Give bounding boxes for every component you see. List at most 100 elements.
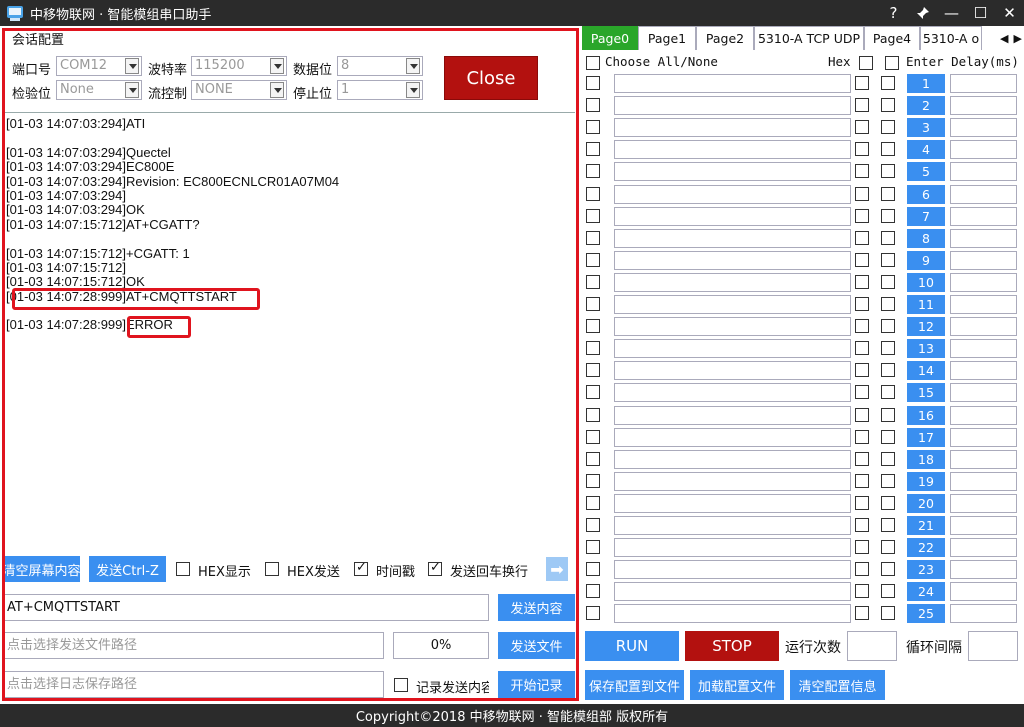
send-row-button[interactable]: 23 xyxy=(907,560,945,580)
command-input[interactable] xyxy=(614,449,851,469)
run-button[interactable]: RUN xyxy=(585,631,679,661)
send-row-button[interactable]: 21 xyxy=(907,516,945,535)
row-select-checkbox[interactable] xyxy=(586,584,600,599)
delay-input[interactable] xyxy=(950,250,1017,270)
row-select-checkbox[interactable] xyxy=(586,274,600,289)
send-ctrl-z-button[interactable]: 发送Ctrl-Z xyxy=(89,556,166,582)
row-select-checkbox[interactable] xyxy=(586,606,600,621)
row-hex-checkbox[interactable] xyxy=(855,451,869,466)
row-hex-checkbox[interactable] xyxy=(855,495,869,510)
loop-interval-input[interactable] xyxy=(968,631,1018,661)
command-input[interactable] xyxy=(614,140,851,160)
row-select-checkbox[interactable] xyxy=(586,164,600,179)
row-select-checkbox[interactable] xyxy=(586,142,600,157)
row-hex-checkbox[interactable] xyxy=(855,208,869,223)
command-input[interactable] xyxy=(614,361,851,381)
row-hex-checkbox[interactable] xyxy=(855,252,869,267)
delay-input[interactable] xyxy=(950,560,1017,580)
help-icon[interactable]: ? xyxy=(879,0,908,26)
row-select-checkbox[interactable] xyxy=(586,186,600,201)
row-hex-checkbox[interactable] xyxy=(855,230,869,245)
row-hex-checkbox[interactable] xyxy=(855,363,869,378)
chevron-right-icon[interactable]: ▶ xyxy=(1014,32,1022,45)
row-select-checkbox[interactable] xyxy=(586,429,600,444)
command-input[interactable] xyxy=(614,427,851,447)
command-input[interactable] xyxy=(614,96,851,116)
row-hex-checkbox[interactable] xyxy=(855,341,869,356)
send-row-button[interactable]: 14 xyxy=(907,361,945,381)
row-select-checkbox[interactable] xyxy=(586,451,600,466)
send-row-button[interactable]: 25 xyxy=(907,604,945,624)
send-row-button[interactable]: 4 xyxy=(907,140,945,160)
row-enter-checkbox[interactable] xyxy=(881,363,895,378)
tab-scroll[interactable]: ◀ ▶ xyxy=(1000,28,1022,48)
row-enter-checkbox[interactable] xyxy=(881,429,895,444)
row-select-checkbox[interactable] xyxy=(586,473,600,488)
delay-input[interactable] xyxy=(950,383,1017,403)
stopbits-select[interactable]: 1 xyxy=(337,80,423,100)
command-input[interactable] xyxy=(614,405,851,425)
row-enter-checkbox[interactable] xyxy=(881,606,895,621)
command-input[interactable] xyxy=(614,272,851,292)
command-input[interactable] xyxy=(614,162,851,182)
send-file-button[interactable]: 发送文件 xyxy=(498,632,575,659)
send-row-button[interactable]: 7 xyxy=(907,206,945,226)
row-select-checkbox[interactable] xyxy=(586,518,600,532)
row-select-checkbox[interactable] xyxy=(586,208,600,223)
row-select-checkbox[interactable] xyxy=(586,120,600,135)
parity-select[interactable]: None xyxy=(56,80,142,100)
row-enter-checkbox[interactable] xyxy=(881,407,895,422)
command-input[interactable] xyxy=(614,118,851,138)
stop-button[interactable]: STOP xyxy=(685,631,779,661)
maximize-icon[interactable]: ☐ xyxy=(966,0,995,26)
row-select-checkbox[interactable] xyxy=(586,252,600,267)
record-send-checkbox[interactable] xyxy=(394,678,408,692)
command-input[interactable] xyxy=(614,184,851,204)
delay-input[interactable] xyxy=(950,272,1017,292)
choose-all-checkbox[interactable] xyxy=(586,56,600,70)
delay-input[interactable] xyxy=(950,516,1017,535)
row-select-checkbox[interactable] xyxy=(586,230,600,245)
command-input[interactable] xyxy=(614,604,851,624)
right-arrow-icon[interactable]: ➡ xyxy=(546,557,568,581)
command-input[interactable] xyxy=(614,493,851,513)
command-input[interactable] xyxy=(614,228,851,248)
command-input[interactable] xyxy=(614,471,851,491)
row-hex-checkbox[interactable] xyxy=(855,142,869,157)
row-select-checkbox[interactable] xyxy=(586,76,600,90)
tab-page1[interactable]: Page1 xyxy=(638,26,696,50)
row-enter-checkbox[interactable] xyxy=(881,274,895,289)
delay-input[interactable] xyxy=(950,449,1017,469)
send-row-button[interactable]: 2 xyxy=(907,96,945,116)
hex-display-checkbox[interactable] xyxy=(176,562,190,576)
delay-input[interactable] xyxy=(950,162,1017,182)
command-input[interactable] xyxy=(614,74,851,93)
pin-icon[interactable] xyxy=(908,0,937,26)
delay-input[interactable] xyxy=(950,74,1017,93)
send-row-button[interactable]: 9 xyxy=(907,250,945,270)
databits-select[interactable]: 8 xyxy=(337,56,423,76)
flow-select[interactable]: NONE xyxy=(191,80,287,100)
row-select-checkbox[interactable] xyxy=(586,98,600,113)
row-enter-checkbox[interactable] xyxy=(881,473,895,488)
row-select-checkbox[interactable] xyxy=(586,363,600,378)
port-select[interactable]: COM12 xyxy=(56,56,142,76)
command-input[interactable] xyxy=(614,516,851,535)
command-input[interactable] xyxy=(614,295,851,314)
delay-input[interactable] xyxy=(950,361,1017,381)
command-input[interactable] xyxy=(614,206,851,226)
delay-input[interactable] xyxy=(950,118,1017,138)
row-hex-checkbox[interactable] xyxy=(855,540,869,555)
row-hex-checkbox[interactable] xyxy=(855,473,869,488)
row-enter-checkbox[interactable] xyxy=(881,208,895,223)
row-hex-checkbox[interactable] xyxy=(855,606,869,621)
delay-input[interactable] xyxy=(950,228,1017,248)
start-record-button[interactable]: 开始记录 xyxy=(498,671,575,698)
row-enter-checkbox[interactable] xyxy=(881,76,895,90)
send-row-button[interactable]: 24 xyxy=(907,582,945,602)
row-hex-checkbox[interactable] xyxy=(855,385,869,400)
close-window-icon[interactable]: ✕ xyxy=(995,0,1024,26)
row-enter-checkbox[interactable] xyxy=(881,164,895,179)
send-content-button[interactable]: 发送内容 xyxy=(498,594,575,621)
row-select-checkbox[interactable] xyxy=(586,341,600,356)
